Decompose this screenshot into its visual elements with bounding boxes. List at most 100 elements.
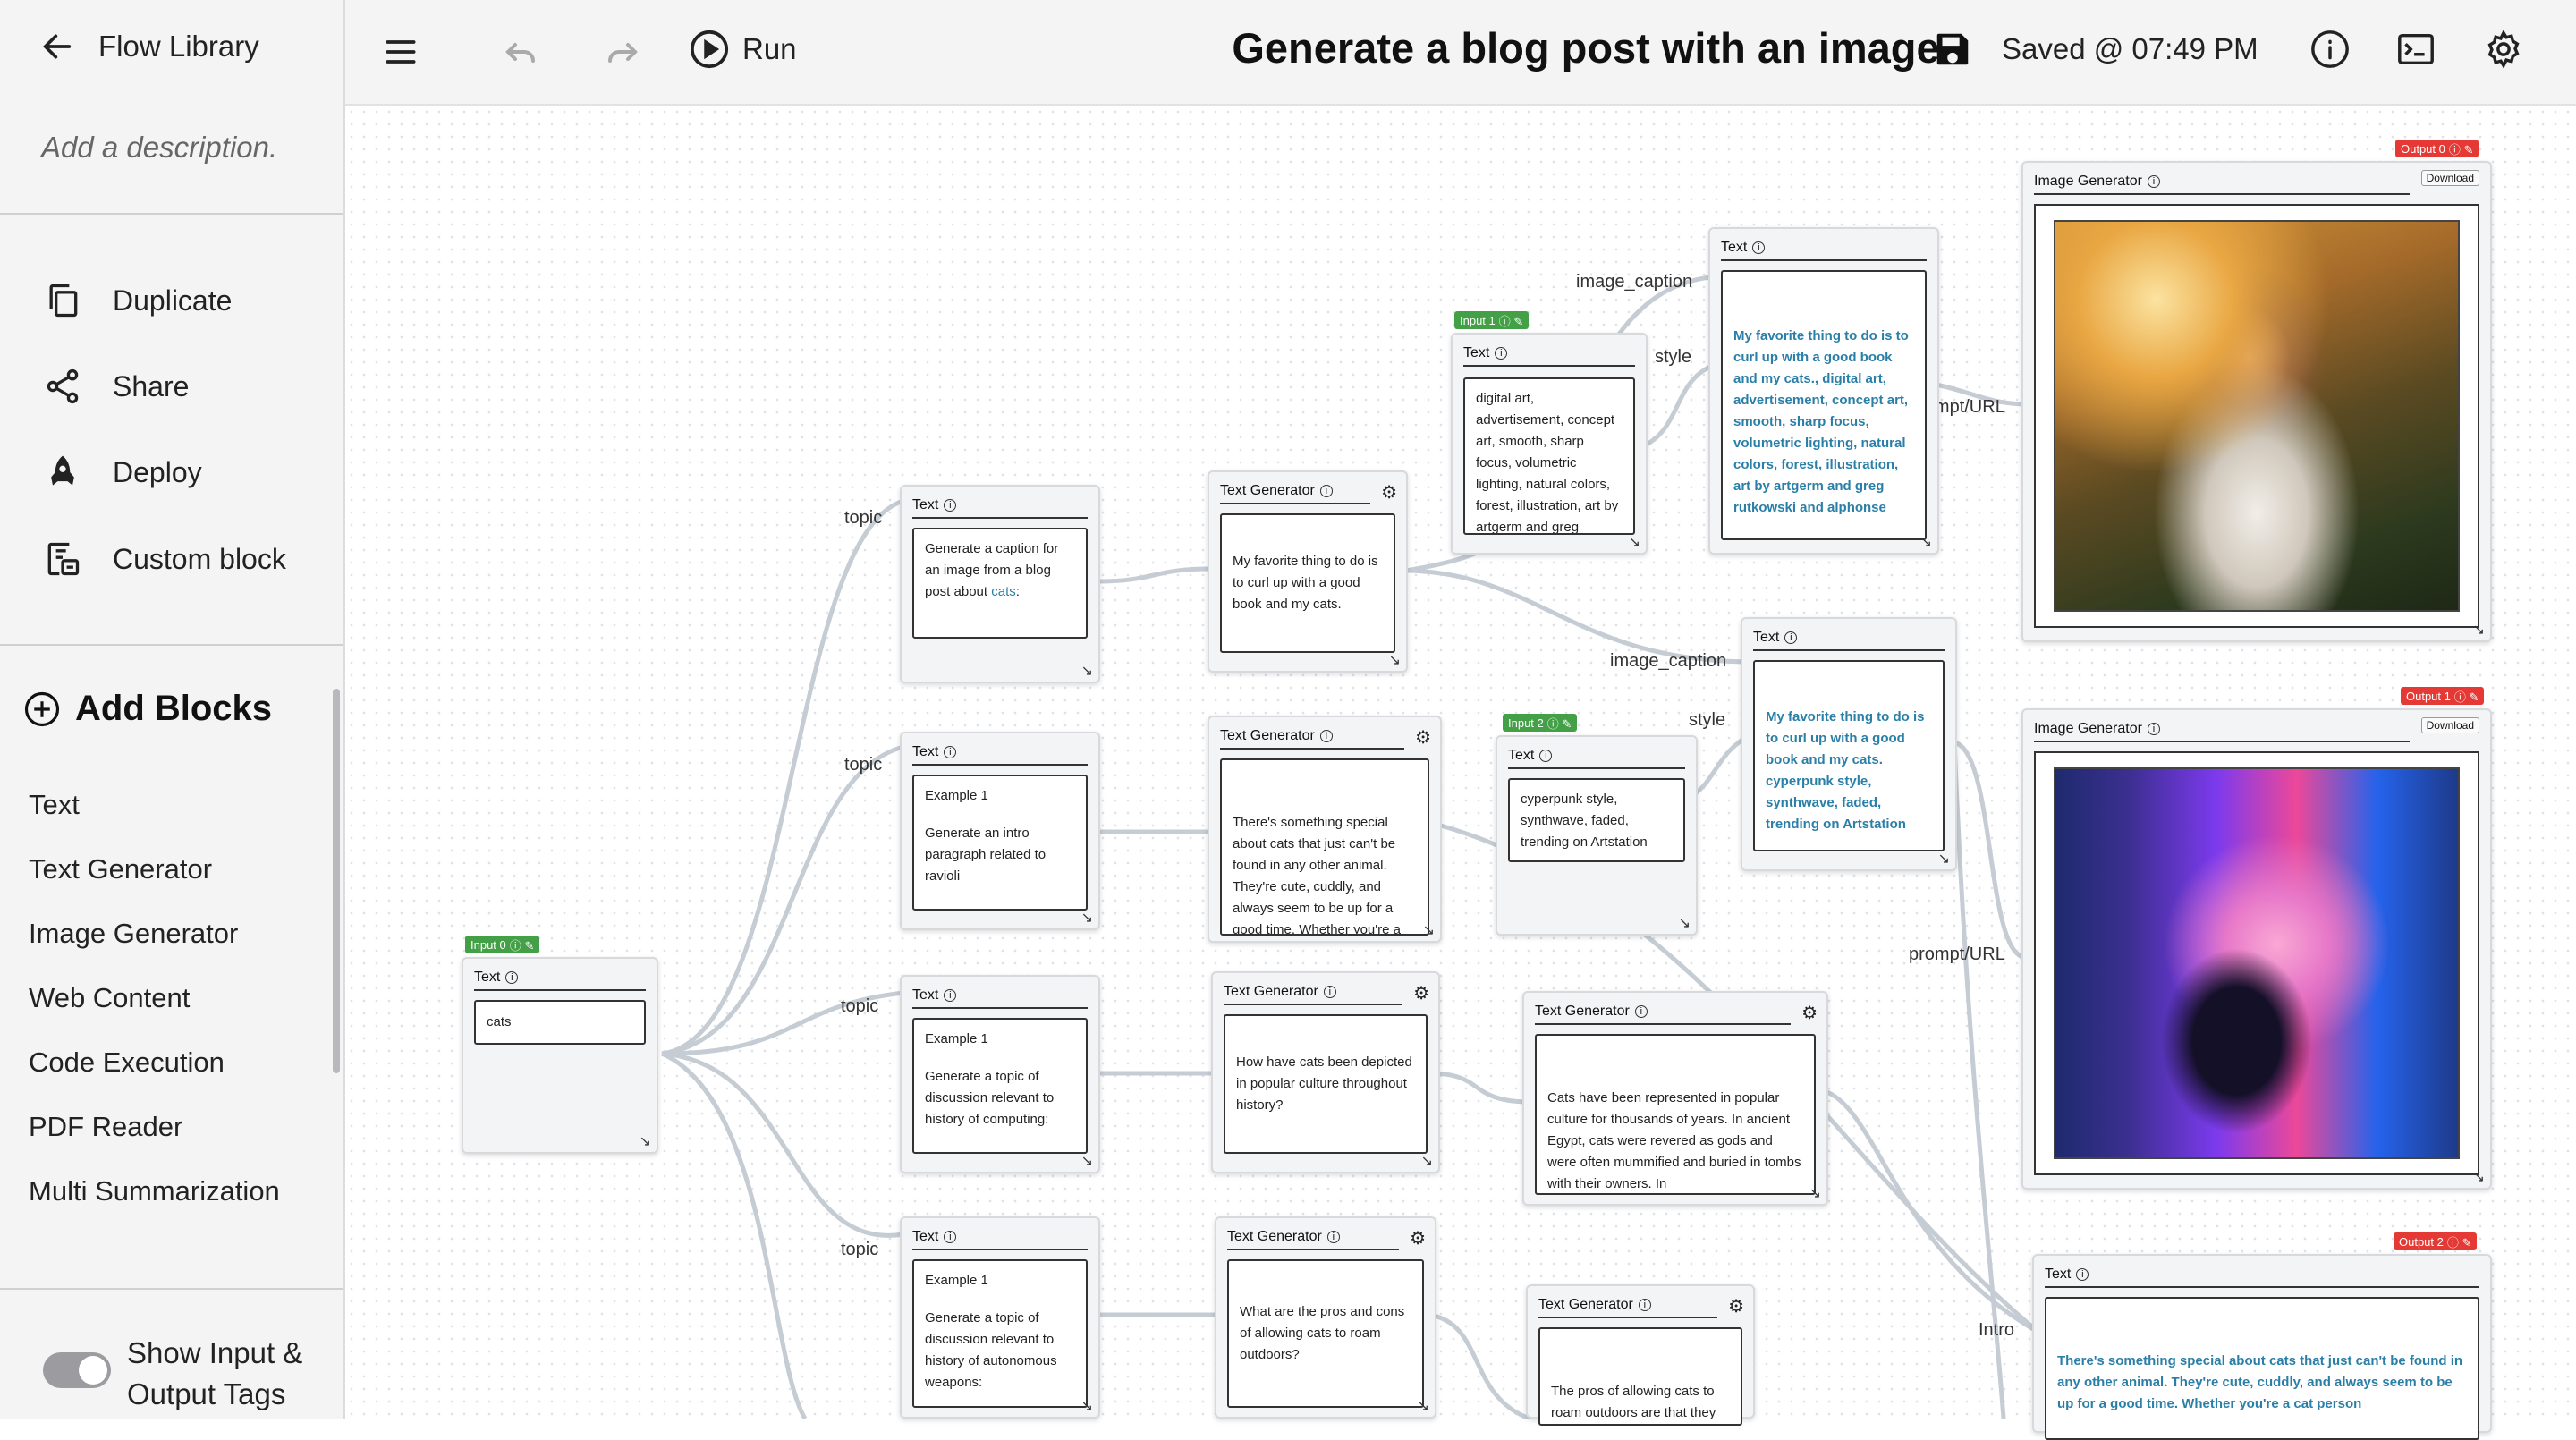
wire-label-topic: topic — [841, 1240, 879, 1259]
resize-handle-icon[interactable]: ↘ — [2473, 1168, 2485, 1186]
block-header: Text Generator i — [1224, 980, 1402, 1005]
info-icon[interactable]: i — [1319, 485, 1333, 497]
block-header: Image Generator i — [2034, 170, 2410, 195]
input-tag[interactable]: Input 2 ⓘ ✎ — [1503, 714, 1578, 732]
info-icon[interactable]: i — [1323, 986, 1336, 998]
image-generator-block[interactable]: Image Generator i Download ↘ — [2021, 161, 2492, 642]
resize-handle-icon[interactable]: ↘ — [1629, 533, 1640, 551]
topic-prompt-block[interactable]: Text i Example 1 Generate a topic of discu… — [900, 975, 1100, 1173]
input-text-field[interactable]: cats — [474, 1000, 646, 1045]
info-icon[interactable]: i — [1539, 750, 1553, 762]
text-editor[interactable]: My favorite thing to do is to curl up wi… — [1753, 660, 1945, 851]
resize-handle-icon[interactable]: ↘ — [1081, 909, 1093, 927]
wire-label-intro: Intro — [1979, 1320, 2015, 1340]
text-editor[interactable]: My favorite thing to do is to curl up wi… — [1721, 270, 1927, 540]
info-icon[interactable]: i — [505, 971, 519, 984]
generated-text: How have cats been depicted in popular c… — [1224, 1014, 1428, 1154]
block-header: Text i — [1508, 744, 1685, 769]
block-header: Text Generator i — [1538, 1293, 1717, 1318]
generated-text: The pros of allowing cats to roam outdoo… — [1538, 1327, 1742, 1426]
paragraph-text-generator-block[interactable]: Text Generator i ⚙ The pros of allowing c… — [1526, 1284, 1755, 1426]
info-icon[interactable]: i — [944, 499, 957, 512]
topic-text-generator-block[interactable]: Text Generator i ⚙ What are the pros and … — [1215, 1216, 1436, 1419]
output-tag[interactable]: Output 0 ⓘ ✎ — [2395, 140, 2479, 157]
text-editor[interactable]: Example 1 Generate a topic of discussion … — [912, 1018, 1088, 1154]
info-icon[interactable]: i — [1495, 347, 1508, 360]
resize-handle-icon[interactable]: ↘ — [1679, 914, 1690, 932]
info-icon[interactable]: i — [1634, 1005, 1648, 1018]
info-icon[interactable]: i — [2076, 1268, 2089, 1281]
gear-icon[interactable]: ⚙ — [1410, 1227, 1426, 1249]
gear-icon[interactable]: ⚙ — [1415, 726, 1431, 749]
generated-image-reading-woman — [2054, 220, 2460, 612]
resize-handle-icon[interactable]: ↘ — [1423, 921, 1435, 939]
info-icon[interactable]: i — [1638, 1299, 1651, 1311]
generated-image-cyberpunk-cat — [2054, 767, 2460, 1159]
generated-text: There's something special about cats tha… — [1220, 758, 1429, 936]
info-icon[interactable]: i — [1752, 241, 1766, 254]
info-icon[interactable]: i — [1319, 730, 1333, 742]
output-tag[interactable]: Output 1 ⓘ ✎ — [2401, 687, 2485, 705]
wire-label-style: style — [1655, 347, 1692, 367]
wire-label-image-caption: image_caption — [1576, 272, 1693, 292]
block-header: Text i — [912, 741, 1088, 766]
style-text-block[interactable]: Text i digital art, advertisement, concep… — [1451, 333, 1648, 555]
resize-handle-icon[interactable]: ↘ — [1920, 533, 1932, 551]
image-generator-block[interactable]: Image Generator i Download ↘ — [2021, 708, 2492, 1190]
info-icon[interactable]: i — [944, 989, 957, 1002]
resize-handle-icon[interactable]: ↘ — [1418, 1397, 1429, 1415]
topic-text-generator-block[interactable]: Text Generator i ⚙ How have cats been dep… — [1211, 971, 1440, 1173]
resize-handle-icon[interactable]: ↘ — [1081, 1152, 1093, 1170]
info-icon[interactable]: i — [2147, 175, 2160, 188]
resize-handle-icon[interactable]: ↘ — [1421, 1152, 1433, 1170]
combined-prompt-block[interactable]: Text i My favorite thing to do is to curl… — [1708, 227, 1939, 555]
resize-handle-icon[interactable]: ↘ — [2473, 621, 2485, 639]
wire-label-topic: topic — [844, 508, 883, 528]
info-icon[interactable]: i — [2147, 723, 2160, 735]
block-header: Image Generator i — [2034, 717, 2410, 742]
paragraph-text-generator-block[interactable]: Text Generator i ⚙ Cats have been represe… — [1522, 991, 1828, 1206]
text-editor[interactable]: There's something special about cats tha… — [2045, 1297, 2479, 1440]
text-editor[interactable]: digital art, advertisement, concept art,… — [1463, 377, 1635, 535]
input-text-block[interactable]: Text i cats ↘ — [462, 957, 658, 1154]
input-tag[interactable]: Input 1 ⓘ ✎ — [1454, 311, 1530, 329]
gear-icon[interactable]: ⚙ — [1801, 1002, 1818, 1024]
resize-handle-icon[interactable]: ↘ — [1081, 1397, 1093, 1415]
output-text-block[interactable]: Text i There's something special about ca… — [2032, 1254, 2492, 1440]
topic-prompt-block[interactable]: Text i Example 1 Generate a topic of discu… — [900, 1216, 1100, 1419]
info-icon[interactable]: i — [944, 746, 957, 758]
gear-icon[interactable]: ⚙ — [1381, 481, 1397, 504]
text-editor[interactable]: cyperpunk style, synthwave, faded, trend… — [1508, 778, 1685, 862]
resize-handle-icon[interactable]: ↘ — [1809, 1184, 1821, 1202]
resize-handle-icon[interactable]: ↘ — [640, 1132, 651, 1150]
block-header: Text Generator i — [1220, 479, 1370, 504]
text-editor[interactable]: Generate a caption for an image from a b… — [912, 528, 1088, 639]
intro-prompt-block[interactable]: Text i Example 1 Generate an intro paragra… — [900, 732, 1100, 930]
download-button[interactable]: Download — [2420, 717, 2479, 733]
generated-text: What are the pros and cons of allowing c… — [1227, 1259, 1424, 1408]
gear-icon[interactable]: ⚙ — [1728, 1295, 1744, 1317]
download-button[interactable]: Download — [2420, 170, 2479, 186]
block-header: Text i — [1753, 626, 1945, 651]
generated-text: My favorite thing to do is to curl up wi… — [1220, 513, 1395, 653]
text-editor[interactable]: Example 1 Generate an intro paragraph rel… — [912, 775, 1088, 911]
info-icon[interactable]: i — [1326, 1231, 1340, 1243]
block-header: Text i — [912, 1225, 1088, 1250]
input-tag[interactable]: Input 0 ⓘ ✎ — [465, 936, 540, 953]
gear-icon[interactable]: ⚙ — [1413, 982, 1429, 1004]
info-icon[interactable]: i — [944, 1231, 957, 1243]
block-header: Text Generator i — [1220, 724, 1404, 750]
block-header: Text Generator i — [1227, 1225, 1399, 1250]
style-text-block[interactable]: Text i cyperpunk style, synthwave, faded,… — [1496, 735, 1698, 936]
output-tag[interactable]: Output 2 ⓘ ✎ — [2394, 1232, 2478, 1250]
resize-handle-icon[interactable]: ↘ — [1081, 662, 1093, 680]
info-icon[interactable]: i — [1784, 631, 1798, 644]
text-editor[interactable]: Example 1 Generate a topic of discussion … — [912, 1259, 1088, 1408]
resize-handle-icon[interactable]: ↘ — [1389, 651, 1401, 669]
combined-prompt-block[interactable]: Text i My favorite thing to do is to curl… — [1741, 617, 1957, 871]
intro-text-generator-block[interactable]: Text Generator i ⚙ There's something spec… — [1208, 716, 1442, 943]
block-header: Text i — [912, 494, 1088, 519]
caption-text-generator-block[interactable]: Text Generator i ⚙ My favorite thing to d… — [1208, 470, 1408, 673]
resize-handle-icon[interactable]: ↘ — [1938, 850, 1950, 868]
caption-prompt-block[interactable]: Text i Generate a caption for an image fr… — [900, 485, 1100, 683]
